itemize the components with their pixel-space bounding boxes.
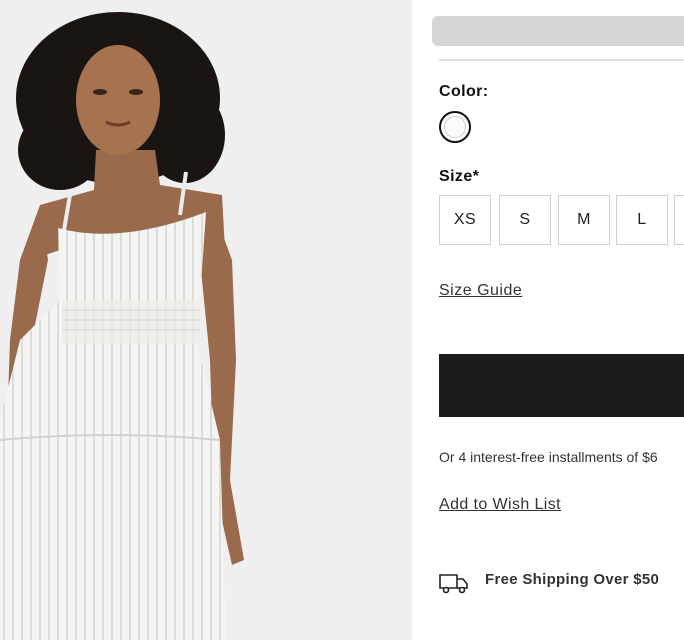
color-label: Color:: [439, 83, 489, 100]
add-to-wishlist-link[interactable]: Add to Wish List: [439, 496, 561, 514]
loading-placeholder-bar: [432, 16, 684, 46]
product-photo: [0, 0, 412, 640]
size-option-next[interactable]: [674, 195, 684, 245]
installments-text: Or 4 interest-free installments of $6: [439, 449, 658, 465]
size-guide-link[interactable]: Size Guide: [439, 282, 522, 300]
size-option-m[interactable]: M: [558, 195, 610, 245]
size-option-xs[interactable]: XS: [439, 195, 491, 245]
divider: [439, 59, 684, 61]
color-swatch-fill: [444, 116, 466, 138]
truck-icon: [439, 574, 468, 594]
size-option-s[interactable]: S: [499, 195, 551, 245]
color-swatch-white[interactable]: [439, 111, 471, 143]
size-option-l[interactable]: L: [616, 195, 668, 245]
size-label: Size*: [439, 168, 480, 185]
free-shipping-text: Free Shipping Over $50: [485, 571, 660, 588]
product-details-panel: Color: Size* XS S M L Size Guide Or 4 in…: [412, 0, 684, 640]
product-image-panel: [0, 0, 412, 640]
add-to-bag-button[interactable]: [439, 354, 684, 417]
